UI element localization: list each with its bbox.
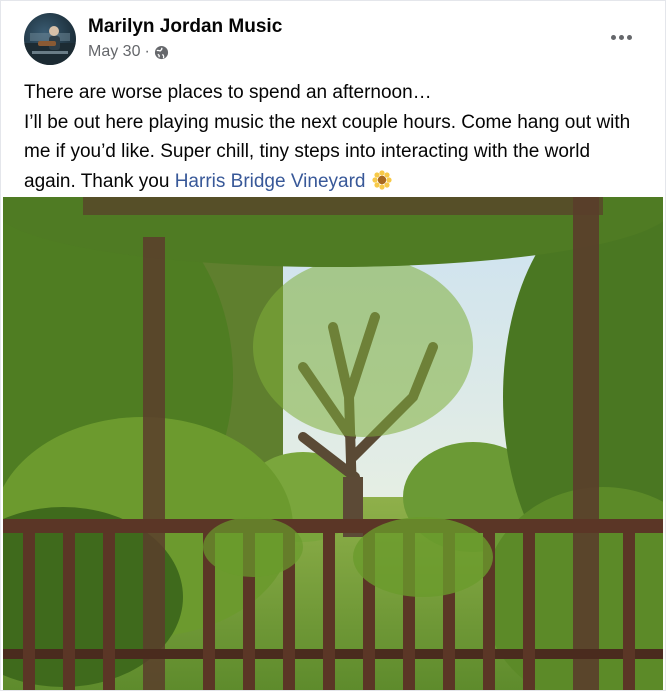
sunflower-icon xyxy=(371,169,392,190)
globe-icon xyxy=(154,45,169,60)
post-date[interactable]: May 30 xyxy=(88,43,140,61)
post-meta: May 30 · xyxy=(88,43,169,61)
post-text-body: I’ll be out here playing music the next … xyxy=(24,108,644,197)
tag-link[interactable]: Harris Bridge Vineyard xyxy=(175,171,366,192)
meta-separator: · xyxy=(144,43,150,60)
post-text: There are worse places to spend an after… xyxy=(24,78,644,196)
vineyard-photo-image xyxy=(3,197,663,690)
post-card: Marilyn Jordan Music May 30 · There are … xyxy=(0,0,666,691)
avatar[interactable] xyxy=(24,13,76,65)
post-header: Marilyn Jordan Music May 30 · xyxy=(24,13,645,67)
post-photo[interactable] xyxy=(3,197,663,690)
author-name[interactable]: Marilyn Jordan Music xyxy=(88,16,282,38)
avatar-image xyxy=(24,26,76,65)
more-options-icon[interactable] xyxy=(603,23,639,51)
post-text-line1: There are worse places to spend an after… xyxy=(24,82,432,103)
